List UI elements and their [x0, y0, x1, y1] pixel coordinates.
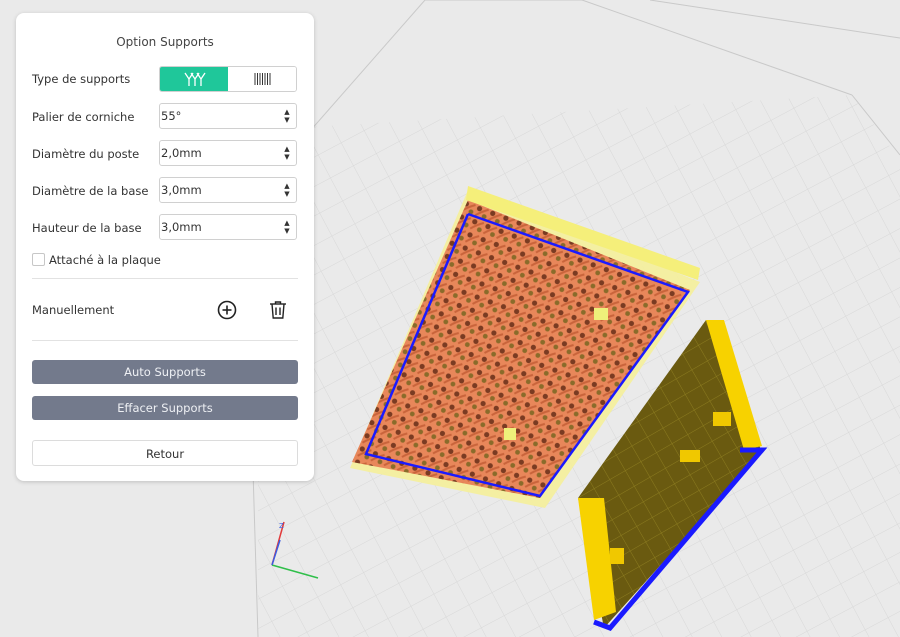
post-diameter-label: Diamètre du poste [32, 147, 140, 161]
trash-icon [270, 301, 286, 319]
back-button[interactable]: Retour [32, 440, 298, 466]
post-diameter-input[interactable]: 2,0mm ▲ ▼ [159, 140, 297, 166]
spinner-arrows-icon[interactable]: ▲ ▼ [283, 182, 291, 198]
divider [32, 340, 298, 341]
overhang-angle-input[interactable]: 55° ▲ ▼ [159, 103, 297, 129]
support-options-panel: Option Supports Type de supports Palier … [16, 13, 314, 481]
manual-label: Manuellement [32, 303, 115, 317]
add-support-button[interactable] [216, 299, 238, 321]
grid-supports-option[interactable] [228, 67, 296, 91]
attach-to-plate-label: Attaché à la plaque [49, 253, 161, 267]
overhang-angle-label: Palier de corniche [32, 110, 135, 124]
spinner-arrows-icon[interactable]: ▲ ▼ [283, 145, 291, 161]
delete-support-button[interactable] [267, 299, 289, 321]
divider [32, 278, 298, 279]
spinner-arrows-icon[interactable]: ▲ ▼ [283, 219, 291, 235]
base-diameter-label: Diamètre de la base [32, 184, 149, 198]
tree-supports-option[interactable] [160, 67, 228, 91]
support-type-label: Type de supports [32, 72, 131, 86]
spinner-arrows-icon[interactable]: ▲ ▼ [283, 108, 291, 124]
grid-supports-icon [254, 73, 271, 85]
clear-supports-button[interactable]: Effacer Supports [32, 396, 298, 420]
auto-supports-button[interactable]: Auto Supports [32, 360, 298, 384]
base-diameter-value: 3,0mm [161, 183, 202, 197]
plus-circle-icon [217, 300, 237, 320]
axis-z-label: Z [279, 522, 284, 530]
base-height-value: 3,0mm [161, 220, 202, 234]
post-diameter-value: 2,0mm [161, 146, 202, 160]
support-type-toggle [159, 66, 297, 92]
base-height-label: Hauteur de la base [32, 221, 142, 235]
base-diameter-input[interactable]: 3,0mm ▲ ▼ [159, 177, 297, 203]
attach-to-plate-checkbox[interactable] [32, 253, 45, 266]
tree-supports-icon [184, 72, 206, 86]
base-height-input[interactable]: 3,0mm ▲ ▼ [159, 214, 297, 240]
overhang-angle-value: 55° [161, 109, 182, 123]
panel-title: Option Supports [116, 35, 214, 49]
